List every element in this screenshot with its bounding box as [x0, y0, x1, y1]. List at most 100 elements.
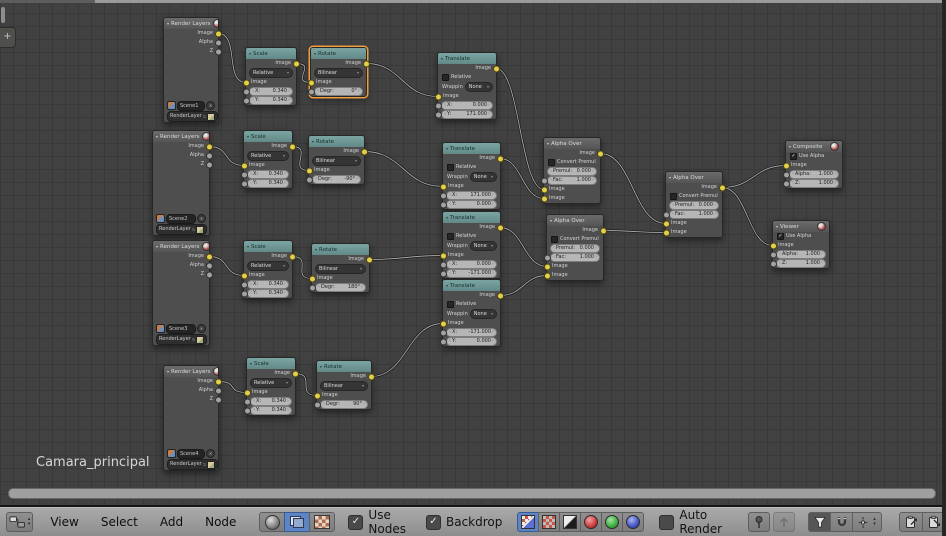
- value-socket[interactable]: [782, 180, 790, 187]
- unlink-icon[interactable]: ✕: [206, 101, 215, 110]
- value-socket[interactable]: [439, 192, 447, 199]
- node-header[interactable]: ▾ Render Layers: [164, 18, 218, 29]
- node-scale4[interactable]: ▾ScaleImageRelative▾ImageX:0.340Y:0.340: [243, 357, 299, 416]
- snap-element-dropdown[interactable]: ▴ ▾: [852, 512, 882, 532]
- image-socket[interactable]: [307, 79, 315, 86]
- number-slider[interactable]: X: 171.000: [446, 191, 497, 200]
- value-socket[interactable]: [205, 152, 213, 159]
- value-socket[interactable]: [540, 177, 548, 184]
- render-layer-dropdown[interactable]: RenderLayer ⇅: [167, 459, 219, 470]
- vertical-scrollbar[interactable]: [1, 7, 5, 23]
- image-socket[interactable]: [291, 370, 299, 377]
- value-socket[interactable]: [769, 251, 777, 258]
- image-socket[interactable]: [439, 320, 447, 327]
- collapse-triangle-icon[interactable]: ▾: [167, 369, 169, 374]
- collapse-triangle-icon[interactable]: ▾: [250, 361, 252, 366]
- value-socket[interactable]: [434, 102, 442, 109]
- node-rl2[interactable]: ▾ Render Layers Image Alpha Z Scene2 ✕ RenderLa…: [152, 130, 213, 236]
- scene-datablock-icon[interactable]: [167, 101, 176, 110]
- value-socket[interactable]: [214, 39, 222, 46]
- number-slider[interactable]: Z: 1.000: [789, 179, 839, 188]
- render-shortcut-button[interactable]: [808, 512, 831, 532]
- image-socket[interactable]: [543, 263, 551, 270]
- value-socket[interactable]: [439, 270, 447, 277]
- dropdown[interactable]: Relative ▾: [249, 68, 293, 78]
- dropdown[interactable]: Relative ▾: [250, 378, 292, 388]
- value-socket[interactable]: [242, 97, 250, 104]
- collapse-triangle-icon[interactable]: ▾: [249, 51, 251, 56]
- image-socket[interactable]: [243, 389, 251, 396]
- node-header[interactable]: ▾ Rotate: [317, 361, 371, 372]
- collapse-triangle-icon[interactable]: ▾: [789, 144, 791, 149]
- number-slider[interactable]: X: 0.000: [446, 260, 497, 269]
- value-socket[interactable]: [308, 284, 316, 291]
- image-socket[interactable]: [662, 220, 670, 227]
- scene-name-field[interactable]: Scene1: [177, 100, 205, 111]
- channel-green-button[interactable]: [601, 512, 624, 532]
- collapse-triangle-icon[interactable]: ▾: [446, 283, 448, 288]
- value-socket[interactable]: [439, 201, 447, 208]
- node-header[interactable]: ▾ Translate: [443, 212, 500, 223]
- number-slider[interactable]: Y: -171.000: [446, 269, 497, 278]
- number-slider[interactable]: Y: 0.340: [249, 96, 293, 105]
- node-translate1[interactable]: ▾ Translate Image Relative Wrappin None ▾ Image…: [434, 52, 500, 120]
- node-translate3[interactable]: ▾ Translate Image Relative Wrappin None ▾ Image…: [439, 211, 504, 279]
- node-header[interactable]: ▾ Scale: [244, 131, 292, 142]
- image-socket[interactable]: [492, 65, 500, 72]
- number-slider[interactable]: X: -171.000: [446, 328, 497, 337]
- number-slider[interactable]: X: 0.340: [249, 87, 293, 96]
- collapse-triangle-icon[interactable]: ▾: [315, 247, 317, 252]
- node-rotate3[interactable]: ▾RotateImageBilinear▾ImageDegr:180°: [308, 243, 373, 293]
- number-slider[interactable]: Degr: 0°: [314, 87, 363, 96]
- node-header[interactable]: ▾ Render Layers: [153, 241, 209, 252]
- image-socket[interactable]: [496, 155, 504, 162]
- number-slider[interactable]: Fac: 1.000: [550, 253, 600, 262]
- number-slider[interactable]: X: 0.000: [441, 101, 493, 110]
- number-slider[interactable]: Alpha: 1.000: [789, 170, 839, 179]
- node-scale2[interactable]: ▾ScaleImageRelative▾ImageX:0.340Y:0.340: [240, 130, 296, 189]
- image-socket[interactable]: [205, 143, 213, 150]
- checkbox[interactable]: [670, 193, 677, 200]
- menu-node[interactable]: Node: [194, 515, 247, 529]
- node-header[interactable]: ▾ Alpha Over: [666, 172, 722, 183]
- image-socket[interactable]: [718, 184, 726, 191]
- channel-alpha-button[interactable]: [559, 512, 582, 532]
- scene-datablock-icon[interactable]: [167, 449, 176, 458]
- value-socket[interactable]: [313, 401, 321, 408]
- image-socket[interactable]: [543, 272, 551, 279]
- checkbox[interactable]: [790, 153, 797, 160]
- menu-view[interactable]: View: [39, 515, 89, 529]
- collapse-triangle-icon[interactable]: ▾: [167, 21, 169, 26]
- number-slider[interactable]: Y: 0.000: [446, 200, 497, 209]
- dropdown[interactable]: None ▾: [469, 172, 497, 182]
- number-slider[interactable]: Degr: -90°: [312, 175, 361, 184]
- value-socket[interactable]: [240, 290, 248, 297]
- render-layer-dropdown[interactable]: RenderLayer ⇅: [156, 224, 208, 235]
- image-socket[interactable]: [214, 378, 222, 385]
- image-socket[interactable]: [365, 256, 373, 263]
- node-header[interactable]: ▾ Rotate: [312, 244, 369, 255]
- dropdown[interactable]: Bilinear ▾: [315, 264, 366, 274]
- collapse-triangle-icon[interactable]: ▾: [547, 141, 549, 146]
- value-socket[interactable]: [305, 176, 313, 183]
- compositing-tree-button[interactable]: [284, 512, 311, 532]
- collapse-triangle-icon[interactable]: ▾: [446, 146, 448, 151]
- node-header[interactable]: ▾ Rotate: [309, 136, 364, 147]
- value-socket[interactable]: [205, 161, 213, 168]
- dropdown[interactable]: Relative ▾: [247, 151, 289, 161]
- value-socket[interactable]: [782, 171, 790, 178]
- number-slider[interactable]: Premul:0.000: [550, 244, 600, 253]
- pin-button[interactable]: [748, 512, 770, 532]
- number-slider[interactable]: Degr: 90°: [320, 400, 368, 409]
- dropdown[interactable]: None ▾: [469, 309, 497, 319]
- image-socket[interactable]: [439, 183, 447, 190]
- node-rotate1[interactable]: ▾RotateImageBilinear▾ImageDegr:0°: [307, 47, 370, 97]
- image-socket[interactable]: [360, 148, 368, 155]
- node-rotate2[interactable]: ▾RotateImageBilinear▾ImageDegr:-90°: [305, 135, 368, 185]
- image-socket[interactable]: [596, 150, 604, 157]
- value-socket[interactable]: [214, 387, 222, 394]
- value-socket[interactable]: [214, 48, 222, 55]
- channel-combined-button[interactable]: [517, 512, 540, 532]
- number-slider[interactable]: Alpha: 1.000: [776, 250, 826, 259]
- unlink-icon[interactable]: ✕: [197, 214, 206, 223]
